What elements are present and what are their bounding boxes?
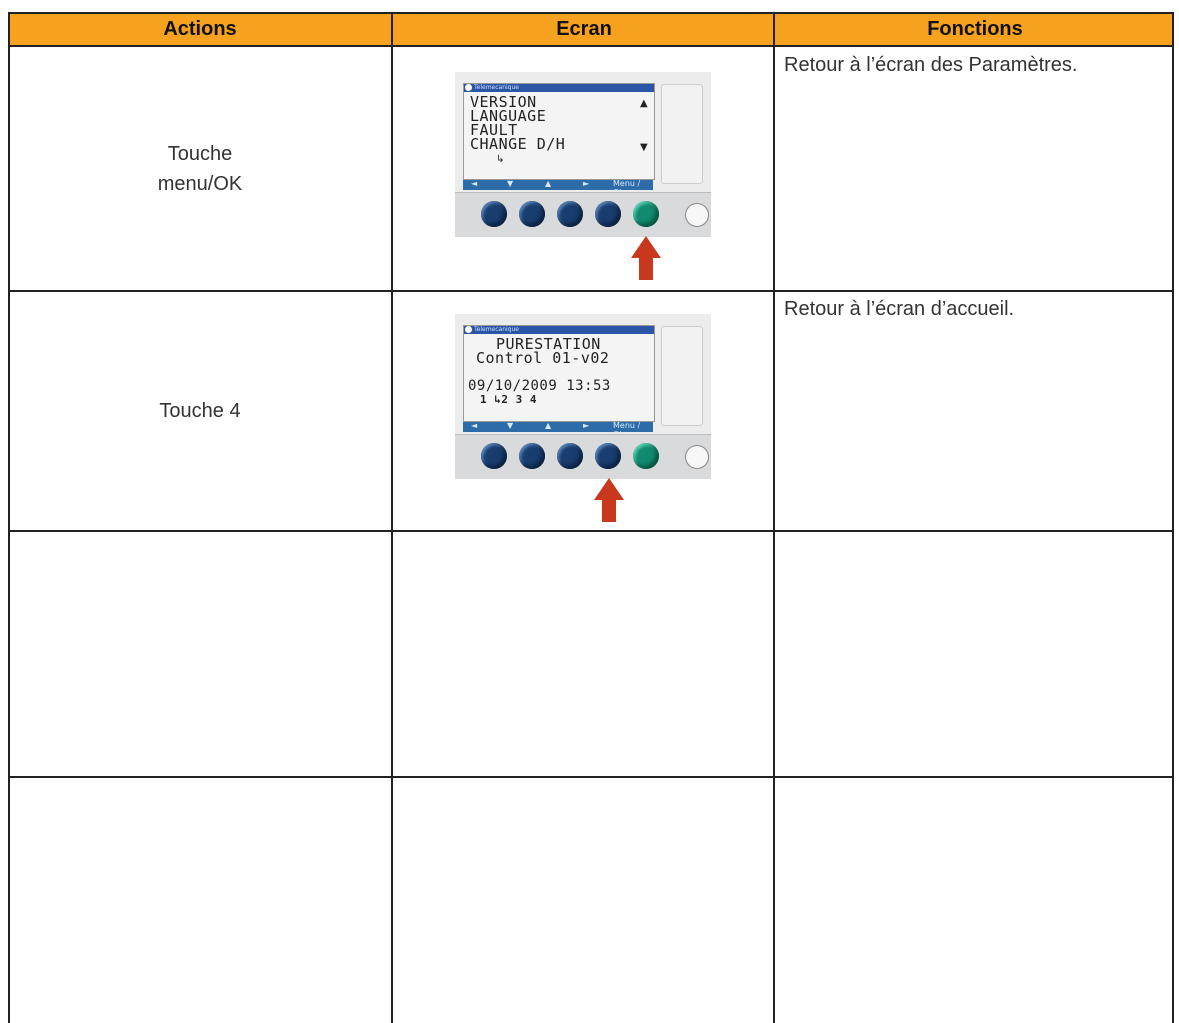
device-face: Telemecanique PURESTATION Control 01-v02… [455, 314, 711, 439]
red-arrow-icon [631, 236, 661, 286]
action-cell [8, 778, 392, 1023]
function-cell: Retour à l’écran des Paramètres. [784, 54, 1078, 76]
instruction-table: Actions Ecran Fonctions Touche menu/OK R… [8, 12, 1174, 1023]
lcd-title-bar: Telemecanique [464, 326, 654, 334]
button-3[interactable] [557, 443, 583, 469]
lcd-display: Telemecanique VERSION LANGUAGE FAULT CHA… [463, 83, 655, 180]
column-divider [1172, 12, 1174, 1023]
button-4[interactable] [595, 443, 621, 469]
action-cell: Touche menu/OK [157, 143, 243, 195]
action-cell [8, 532, 392, 776]
lcd-title-bar: Telemecanique [464, 84, 654, 92]
button-1[interactable] [481, 201, 507, 227]
white-button[interactable] [685, 203, 709, 227]
lcd-line: Control 01-v02 [476, 349, 610, 367]
menu-ok-button[interactable] [633, 443, 659, 469]
header-actions: Actions [8, 12, 392, 47]
button-2[interactable] [519, 201, 545, 227]
header-fonctions: Fonctions [776, 12, 1174, 47]
nav-left-label: ◄ [471, 179, 478, 188]
lcd-line: 1 ↳2 3 4 [480, 393, 537, 406]
nav-label-strip: ◄ ▼ ▲ ► Menu / Ok [463, 421, 653, 439]
white-button[interactable] [685, 445, 709, 469]
brand-logo-icon [465, 84, 472, 91]
button-3[interactable] [557, 201, 583, 227]
brand-logo-icon [465, 326, 472, 333]
cursor-icon: ↳ [496, 154, 505, 165]
function-cell: Retour à l’écran d’accueil. [784, 298, 1015, 320]
header-ecran: Ecran [392, 12, 776, 47]
nav-up-label: ▲ [545, 179, 552, 188]
button-1[interactable] [481, 443, 507, 469]
arrow-head [594, 478, 624, 500]
nav-down-label: ▼ [507, 179, 514, 188]
side-panel [661, 326, 703, 426]
device-screen-image: Telemecanique VERSION LANGUAGE FAULT CHA… [455, 72, 711, 280]
arrow-shaft [639, 258, 653, 280]
nav-label-strip: ◄ ▼ ▲ ► Menu / Ok [463, 179, 653, 197]
lcd-display: Telemecanique PURESTATION Control 01-v02… [463, 325, 655, 422]
device-face: Telemecanique VERSION LANGUAGE FAULT CHA… [455, 72, 711, 197]
nav-up-label: ▲ [545, 421, 552, 430]
nav-right-label: ► [583, 421, 590, 430]
arrow-head [631, 236, 661, 258]
action-cell: Touche 4 [159, 400, 241, 422]
nav-left-label: ◄ [471, 421, 478, 430]
red-arrow-icon [594, 478, 624, 528]
button-2[interactable] [519, 443, 545, 469]
nav-down-label: ▼ [507, 421, 514, 430]
brand-logo-text: Telemecanique [474, 84, 519, 91]
lcd-line: CHANGE D/H [470, 135, 566, 153]
lcd-line: 09/10/2009 13:53 [468, 378, 611, 394]
scroll-down-icon: ▼ [640, 142, 648, 153]
column-divider [773, 12, 775, 1023]
device-screen-image: Telemecanique PURESTATION Control 01-v02… [455, 314, 711, 522]
button-panel [455, 192, 711, 237]
nav-right-label: ► [583, 179, 590, 188]
scroll-up-icon: ▲ [640, 98, 648, 109]
menu-ok-button[interactable] [633, 201, 659, 227]
button-panel [455, 434, 711, 479]
arrow-shaft [602, 500, 616, 522]
side-panel [661, 84, 703, 184]
button-4[interactable] [595, 201, 621, 227]
brand-logo-text: Telemecanique [474, 326, 519, 333]
